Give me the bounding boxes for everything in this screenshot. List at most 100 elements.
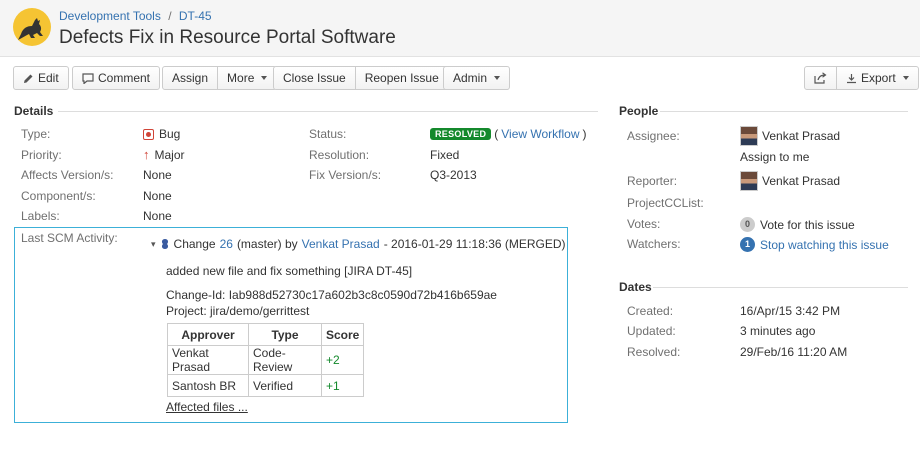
watchers-value: 1 Stop watching this issue — [740, 237, 889, 252]
status-value: RESOLVED (View Workflow) — [430, 127, 587, 141]
assignee-label: Assignee: — [627, 129, 680, 143]
resolved-value: 29/Feb/16 11:20 AM — [740, 345, 848, 359]
reporter-name: Venkat Prasad — [762, 174, 841, 188]
admin-button[interactable]: Admin — [444, 67, 509, 89]
priority-value: ↑ Major — [143, 148, 185, 162]
reporter-value: Venkat Prasad — [740, 171, 840, 191]
share-button[interactable] — [805, 67, 836, 89]
updated-label: Updated: — [627, 324, 676, 338]
close-issue-label: Close Issue — [283, 71, 346, 85]
people-heading: People — [619, 104, 659, 118]
type-label: Type: — [21, 127, 51, 141]
affected-files-link[interactable]: Affected files ... — [166, 400, 248, 414]
reporter-label: Reporter: — [627, 174, 678, 188]
page-title: Defects Fix in Resource Portal Software — [59, 27, 396, 48]
approvals-table: Approver Type Score Venkat Prasad Code-R… — [167, 323, 365, 397]
scm-change-word: Change — [173, 237, 216, 251]
resolution-value: Fixed — [430, 148, 460, 162]
status-badge: RESOLVED — [430, 128, 492, 140]
scm-commit-message: added new file and fix something [JIRA D… — [166, 264, 413, 278]
comment-group: Comment — [72, 66, 161, 90]
admin-button-label: Admin — [453, 71, 488, 85]
edit-button[interactable]: Edit — [14, 67, 68, 89]
votes-count-badge: 0 — [740, 217, 755, 232]
breadcrumb-issue-link[interactable]: DT-45 — [179, 9, 212, 23]
assign-button-label: Assign — [172, 71, 209, 85]
priority-label: Priority: — [21, 148, 62, 162]
paren-open: ( — [494, 127, 499, 141]
type-value-text: Bug — [159, 127, 181, 141]
stop-watching-link[interactable]: Stop watching this issue — [760, 238, 889, 252]
priority-value-text: Major — [154, 148, 185, 162]
share-group: Export — [804, 66, 919, 90]
breadcrumb-project-link[interactable]: Development Tools — [59, 9, 161, 23]
scm-branch: (master) by — [236, 237, 298, 251]
component-label: Component/s: — [21, 189, 96, 203]
assign-button[interactable]: Assign — [163, 67, 217, 89]
resolution-label: Resolution: — [309, 148, 370, 162]
project-cclist-label: ProjectCCList: — [627, 196, 704, 210]
scm-author-link[interactable]: Venkat Prasad — [302, 237, 380, 251]
expand-chevron-icon[interactable]: ▾ — [151, 239, 156, 250]
approver-cell: Santosh BR — [167, 374, 249, 397]
share-icon — [814, 72, 827, 84]
assignee-name: Venkat Prasad — [762, 129, 841, 143]
avatar — [740, 126, 758, 146]
vote-action-text[interactable]: Vote for this issue — [760, 218, 855, 232]
type-header: Type — [248, 323, 322, 346]
updated-value: 3 minutes ago — [740, 324, 816, 338]
chevron-down-icon — [494, 76, 501, 80]
component-value: None — [143, 189, 172, 203]
created-label: Created: — [627, 304, 674, 318]
votes-label: Votes: — [627, 217, 661, 231]
export-button[interactable]: Export — [836, 67, 918, 89]
assignee-value: Venkat Prasad — [740, 126, 840, 146]
assign-to-me-link[interactable]: Assign to me — [740, 150, 809, 164]
breadcrumb: Development Tools / DT-45 — [59, 9, 212, 23]
more-button[interactable]: More — [217, 67, 276, 89]
breadcrumb-separator: / — [168, 9, 172, 23]
scm-change-line: ▾ Change 26 (master) by Venkat Prasad - … — [151, 237, 566, 251]
affects-version-value: None — [143, 168, 172, 182]
scm-project: Project: jira/demo/gerrittest — [166, 304, 310, 318]
fix-version-label: Fix Version/s: — [309, 168, 382, 182]
fix-version-link[interactable]: Q3-2013 — [430, 168, 477, 182]
table-row: Venkat Prasad Code-Review +2 — [167, 345, 365, 375]
approvals-header-row: Approver Type Score — [167, 323, 365, 346]
approver-cell: Venkat Prasad — [167, 345, 249, 375]
reopen-issue-label: Reopen Issue — [364, 71, 439, 85]
type-value: Bug — [143, 127, 180, 141]
created-value: 16/Apr/15 3:42 PM — [740, 304, 841, 318]
type-cell: Code-Review — [248, 345, 322, 375]
paren-close: ) — [582, 127, 587, 141]
watchers-count-badge: 1 — [740, 237, 755, 252]
score-header: Score — [320, 323, 365, 346]
score-cell: +1 — [320, 374, 365, 397]
scm-change-id: Change-Id: Iab988d52730c17a602b3c8c0590d… — [166, 288, 497, 302]
chevron-down-icon — [261, 76, 268, 80]
close-issue-button[interactable]: Close Issue — [274, 67, 355, 89]
status-label: Status: — [309, 127, 347, 141]
approver-header: Approver — [167, 323, 249, 346]
bug-icon — [143, 128, 154, 140]
votes-value: 0 Vote for this issue — [740, 217, 855, 232]
more-button-label: More — [227, 71, 255, 85]
comment-button-label: Comment — [98, 71, 151, 85]
admin-group: Admin — [443, 66, 511, 90]
issue-header: Development Tools / DT-45 Defects Fix in… — [0, 0, 920, 57]
export-icon — [847, 73, 856, 83]
labels-value: None — [143, 209, 172, 223]
chevron-down-icon — [902, 76, 909, 80]
table-row: Santosh BR Verified +1 — [167, 374, 365, 397]
scm-activity-label: Last SCM Activity: — [21, 231, 118, 245]
kangaroo-logo[interactable] — [13, 8, 51, 46]
scm-change-number-link[interactable]: 26 — [220, 237, 233, 251]
comment-button[interactable]: Comment — [73, 67, 159, 89]
reopen-issue-button[interactable]: Reopen Issue — [354, 67, 448, 89]
export-button-label: Export — [861, 71, 896, 85]
workflow-group: Close Issue Reopen Issue — [273, 66, 449, 90]
view-workflow-link[interactable]: View Workflow — [501, 127, 579, 141]
dates-divider — [653, 287, 908, 288]
type-cell: Verified — [248, 374, 322, 397]
labels-label: Labels: — [21, 209, 60, 223]
